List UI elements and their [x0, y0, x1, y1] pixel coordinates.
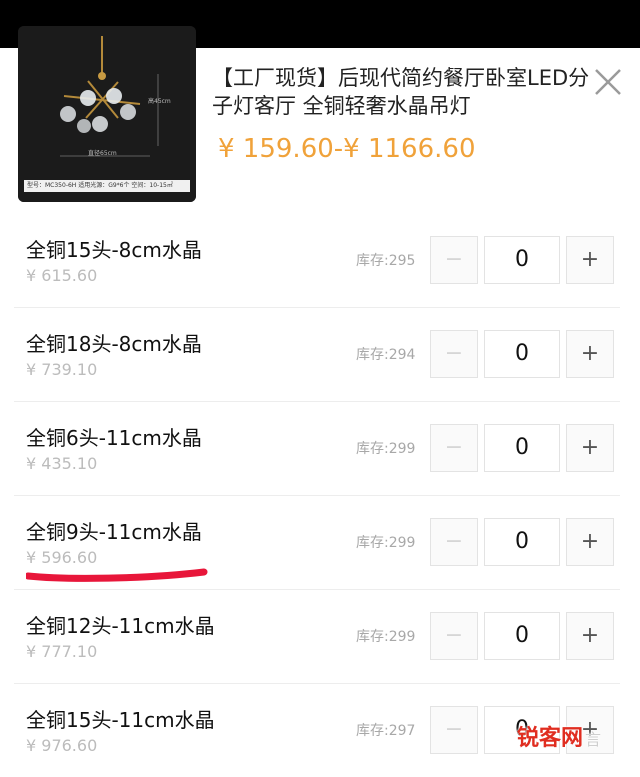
decrement-button[interactable]: − [430, 518, 478, 566]
stock-count: 库存:299 [356, 441, 416, 457]
variant-price: ¥ 777.10 [26, 642, 98, 661]
close-icon [595, 69, 621, 95]
quantity-stepper: − 0 + [430, 236, 614, 284]
variant-name: 全铜18头-8cm水晶 [26, 332, 202, 356]
variant-price: ¥ 596.60 [26, 548, 98, 567]
diameter-label: 直径65cm [88, 150, 117, 157]
stock-count: 库存:299 [356, 535, 416, 551]
variant-name: 全铜12头-11cm水晶 [26, 614, 215, 638]
quantity-field[interactable]: 0 [484, 612, 560, 660]
variant-row: 全铜12头-11cm水晶 ¥ 777.10 库存:299 − 0 + [14, 589, 620, 683]
variant-row: 全铜18头-8cm水晶 ¥ 739.10 库存:294 − 0 + [14, 307, 620, 401]
decrement-button[interactable]: − [430, 612, 478, 660]
variant-price: ¥ 739.10 [26, 360, 98, 379]
quantity-field[interactable]: 0 [484, 330, 560, 378]
increment-button[interactable]: + [566, 424, 614, 472]
stock-count: 库存:294 [356, 347, 416, 363]
decrement-button[interactable]: − [430, 706, 478, 754]
product-image[interactable]: 高45cm 直径65cm 型号：MC350-6H 适用光源：G9*6个 空间：1… [18, 26, 196, 202]
variant-list: 全铜15头-8cm水晶 ¥ 615.60 库存:295 − 0 + 全铜18头-… [0, 214, 640, 777]
quantity-field[interactable]: 0 [484, 236, 560, 284]
decrement-button[interactable]: − [430, 330, 478, 378]
quantity-field[interactable]: 0 [484, 424, 560, 472]
increment-button[interactable]: + [566, 612, 614, 660]
product-title: 【工厂现货】后现代简约餐厅卧室LED分子灯客厅 全铜轻奢水晶吊灯 [212, 66, 590, 118]
height-label: 高45cm [148, 98, 171, 105]
variant-row: 全铜15头-8cm水晶 ¥ 615.60 库存:295 − 0 + [14, 214, 620, 307]
quantity-stepper: − 0 + [430, 518, 614, 566]
close-button[interactable] [590, 64, 626, 100]
quantity-stepper: − 0 + [430, 424, 614, 472]
price-range: ¥ 159.60-¥ 1166.60 [218, 134, 476, 164]
watermark-text: 锐客网 [517, 726, 584, 751]
watermark-faint: 言 [585, 730, 602, 749]
increment-button[interactable]: + [566, 518, 614, 566]
stock-count: 库存:299 [356, 629, 416, 645]
variant-name: 全铜6头-11cm水晶 [26, 426, 202, 450]
variant-price: ¥ 435.10 [26, 454, 98, 473]
decrement-button[interactable]: − [430, 236, 478, 284]
variant-name: 全铜9头-11cm水晶 [26, 520, 202, 544]
decrement-button[interactable]: − [430, 424, 478, 472]
stock-count: 库存:295 [356, 253, 416, 269]
variant-price: ¥ 615.60 [26, 266, 98, 285]
red-underline-annotation [26, 568, 208, 582]
stock-count: 库存:297 [356, 723, 416, 739]
variant-name: 全铜15头-11cm水晶 [26, 708, 215, 732]
quantity-field[interactable]: 0 [484, 518, 560, 566]
quantity-stepper: − 0 + [430, 330, 614, 378]
variant-price: ¥ 976.60 [26, 736, 98, 755]
variant-row: 全铜6头-11cm水晶 ¥ 435.10 库存:299 − 0 + [14, 401, 620, 495]
increment-button[interactable]: + [566, 236, 614, 284]
watermark: 锐客网言 [517, 720, 629, 751]
spec-strip: 型号：MC350-6H 适用光源：G9*6个 空间：10-15㎡ [24, 180, 190, 192]
increment-button[interactable]: + [566, 330, 614, 378]
quantity-stepper: − 0 + [430, 612, 614, 660]
variant-name: 全铜15头-8cm水晶 [26, 238, 202, 262]
